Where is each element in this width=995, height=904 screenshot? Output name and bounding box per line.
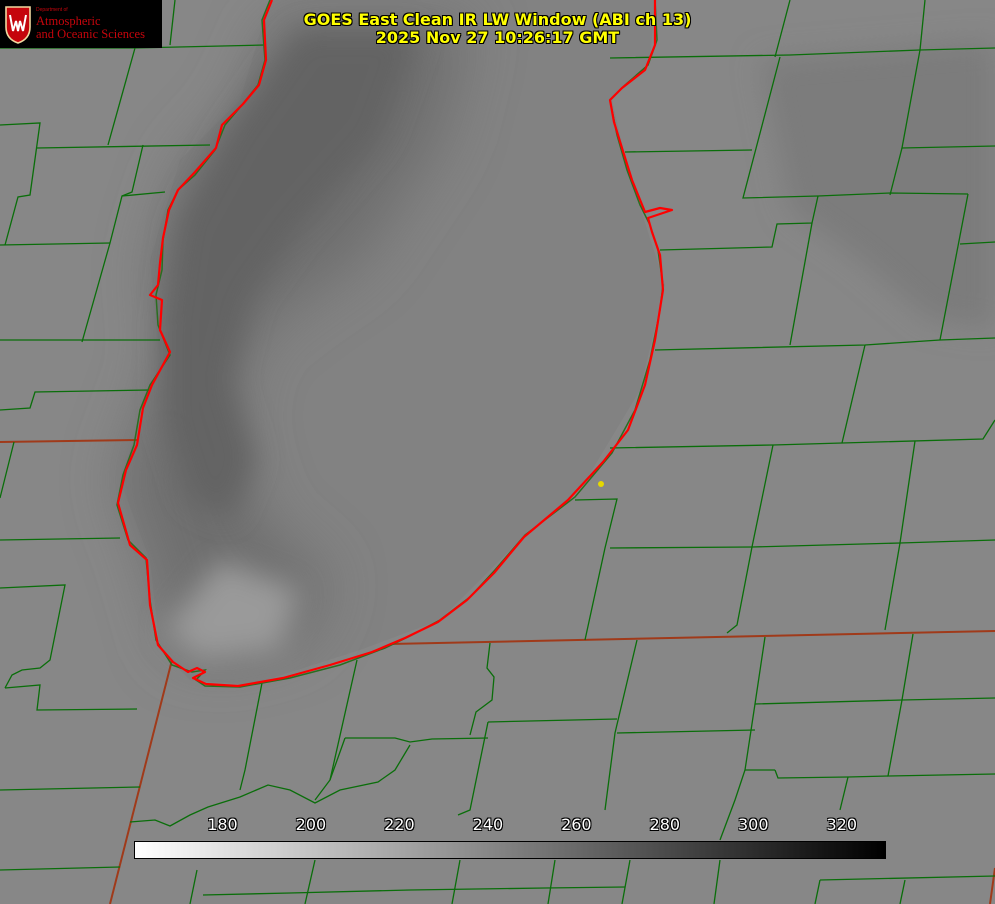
- satellite-map[interactable]: [0, 0, 995, 904]
- title-timestamp: 2025 Nov 27 10:26:17 GMT: [375, 28, 620, 47]
- image-title: GOES East Clean IR LW Window (ABI ch 13)…: [0, 11, 995, 47]
- title-line-1: GOES East Clean IR LW Window (ABI ch 13): [303, 10, 692, 29]
- location-marker: [598, 481, 604, 487]
